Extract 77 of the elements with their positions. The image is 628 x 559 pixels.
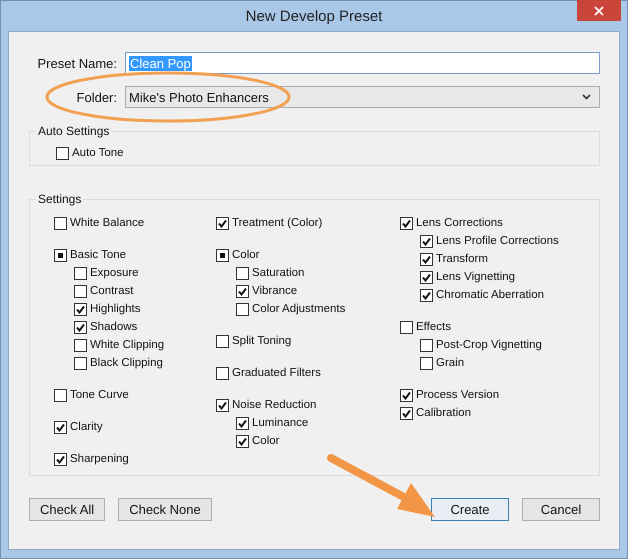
- checkbox[interactable]: [420, 356, 433, 370]
- checkbox[interactable]: [216, 216, 229, 230]
- checkbox-label: Treatment (Color): [232, 217, 322, 229]
- checkbox-label: Chromatic Aberration: [436, 289, 544, 301]
- checkbox[interactable]: [54, 216, 67, 230]
- checkbox[interactable]: [74, 320, 87, 334]
- checkbox-label: Clarity: [70, 421, 103, 433]
- checkbox-label: Tone Curve: [70, 389, 129, 401]
- chevron-icon: [582, 94, 591, 100]
- checkbox[interactable]: [400, 388, 413, 402]
- checkbox[interactable]: [216, 248, 229, 262]
- checkbox[interactable]: [54, 452, 67, 466]
- checkbox[interactable]: [420, 234, 433, 248]
- checkbox-label: Color: [232, 249, 260, 261]
- checkbox-label: Saturation: [252, 267, 304, 279]
- checkbox-label: Transform: [436, 253, 488, 265]
- checkbox[interactable]: [216, 334, 229, 348]
- checkbox[interactable]: [420, 338, 433, 352]
- checkbox[interactable]: [400, 320, 413, 334]
- dialog-button[interactable]: Check All: [29, 498, 106, 521]
- checkbox-label: Color: [252, 435, 280, 447]
- group-title: Settings: [37, 192, 82, 206]
- checkbox-label: Basic Tone: [70, 249, 126, 261]
- checkbox[interactable]: [420, 270, 433, 284]
- close-icon: [594, 6, 604, 16]
- checkbox-label: Process Version: [416, 389, 500, 401]
- checkbox[interactable]: [236, 434, 249, 448]
- checkbox-label: Lens Profile Corrections: [436, 235, 559, 247]
- group-title: Auto Settings: [37, 124, 110, 138]
- checkbox-label: White Balance: [70, 217, 144, 229]
- checkbox[interactable]: [54, 388, 67, 402]
- dialog-button[interactable]: Check None: [118, 498, 212, 521]
- checkbox-label: Shadows: [90, 321, 138, 333]
- checkbox-label: Exposure: [90, 267, 139, 279]
- dialog-button[interactable]: Cancel: [522, 498, 600, 521]
- checkbox-label: Split Toning: [232, 335, 292, 347]
- checkbox[interactable]: [74, 338, 87, 352]
- folder-label: Folder:: [76, 90, 118, 104]
- checkbox-label: Luminance: [252, 417, 308, 429]
- checkbox-label: Effects: [416, 321, 451, 333]
- checkbox[interactable]: [54, 420, 67, 434]
- checkbox-label: Highlights: [90, 303, 140, 315]
- checkbox[interactable]: [236, 416, 249, 430]
- dialog-button[interactable]: Create: [431, 498, 509, 521]
- checkbox[interactable]: [236, 266, 249, 280]
- close-button[interactable]: [577, 0, 621, 21]
- checkbox[interactable]: [56, 146, 69, 160]
- checkbox-label: Lens Vignetting: [436, 271, 516, 283]
- checkbox[interactable]: [236, 302, 249, 316]
- checkbox[interactable]: [216, 398, 229, 412]
- checkbox-label: Graduated Filters: [232, 367, 321, 379]
- checkbox-label: Noise Reduction: [232, 399, 316, 411]
- checkbox[interactable]: [216, 366, 229, 380]
- checkbox-label: Post-Crop Vignetting: [436, 339, 542, 351]
- checkbox[interactable]: [54, 248, 67, 262]
- checkbox[interactable]: [400, 406, 413, 420]
- checkbox[interactable]: [420, 252, 433, 266]
- checkbox[interactable]: [74, 284, 87, 298]
- checkbox-label: Sharpening: [70, 453, 129, 465]
- preset-name-label: Preset Name:: [36, 56, 118, 70]
- checkbox-label: Vibrance: [252, 285, 298, 297]
- checkbox[interactable]: [74, 356, 87, 370]
- checkbox-label: Black Clipping: [90, 357, 163, 369]
- checkbox-label: Color Adjustments: [252, 303, 346, 315]
- checkbox[interactable]: [74, 302, 87, 316]
- checkbox[interactable]: [74, 266, 87, 280]
- folder-dropdown[interactable]: Mike's Photo Enhancers: [125, 86, 600, 108]
- checkbox-label: Calibration: [416, 407, 471, 419]
- checkbox[interactable]: [236, 284, 249, 298]
- checkbox[interactable]: [400, 216, 413, 230]
- checkbox[interactable]: [420, 288, 433, 302]
- window-title: New Develop Preset: [246, 8, 382, 24]
- checkbox-label: Lens Corrections: [416, 217, 503, 229]
- checkbox-label: White Clipping: [90, 339, 164, 351]
- checkbox-label: Auto Tone: [72, 147, 124, 159]
- checkbox-label: Grain: [436, 357, 464, 369]
- checkbox-label: Contrast: [90, 285, 134, 297]
